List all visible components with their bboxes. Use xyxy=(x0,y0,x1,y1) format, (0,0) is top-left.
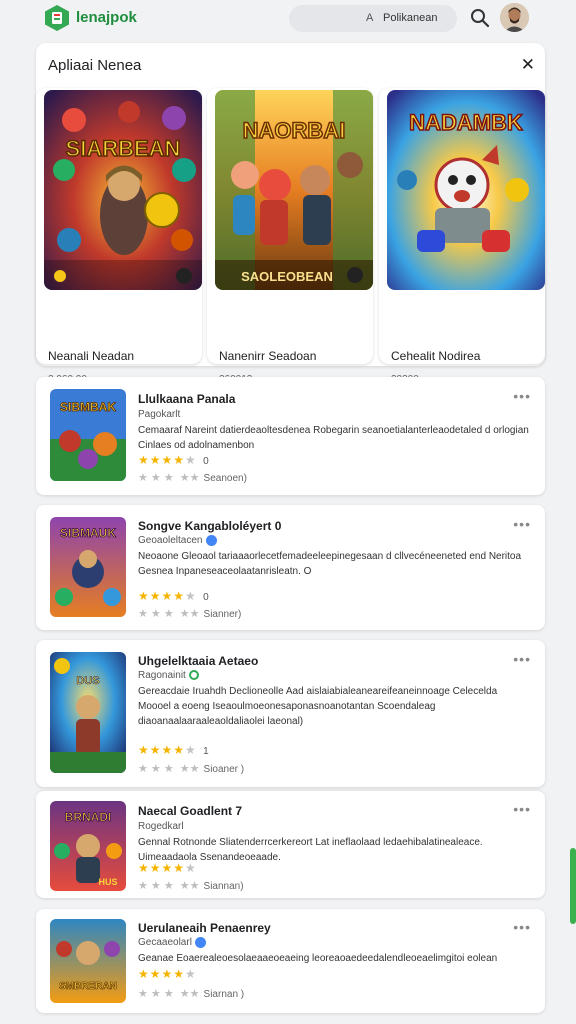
featured-section: Apliaai Nenea ✕ SIARBEAN Neanali Neadan … xyxy=(36,43,545,385)
art-bottom: SAOLEOBEAN xyxy=(241,269,333,284)
icon-label: DUS xyxy=(76,675,99,687)
featured-card[interactable]: SIARBEAN Neanali Neadan 2 960 00 xyxy=(36,88,202,385)
featured-card[interactable]: NAORBAI SAOLEOBEAN Nanenirr Seadoan 2600… xyxy=(207,88,373,385)
review-summary: ★ ★ ★ ★★ Siannan) xyxy=(138,880,244,892)
list-item-title: Songve Kangabloléyert 0 xyxy=(138,519,282,533)
review-summary: ★ ★ ★ ★★ Sianner) xyxy=(138,608,242,620)
avatar[interactable] xyxy=(500,3,529,32)
top-bar: lenajpok A Polikanean xyxy=(0,0,576,40)
rating-stars: ★★★★★ 0 xyxy=(138,453,210,467)
list-item-subtitle: Rogedkarl xyxy=(138,821,184,832)
art-title: NAORBAI xyxy=(243,118,346,143)
icon-title: SIBMAUK xyxy=(60,526,116,540)
featured-title: Apliaai Nenea xyxy=(48,57,142,74)
search-input[interactable]: Polikanean xyxy=(383,12,437,24)
game-art: NADAMBK xyxy=(387,90,545,290)
star-icon: ★★★★ xyxy=(138,861,186,875)
more-options-button[interactable]: ••• xyxy=(513,801,531,817)
search-field[interactable]: A Polikanean xyxy=(289,5,457,32)
icon-title: SIBMBAK xyxy=(60,400,116,414)
star-icon: ★★★★ xyxy=(138,967,186,981)
featured-card[interactable]: NADAMBK Cehealit Nodirea 20300 xyxy=(379,88,545,385)
brand-name[interactable]: lenajpok xyxy=(76,9,137,26)
list-item-subtitle: Pagokarlt xyxy=(138,409,181,420)
more-options-button[interactable]: ••• xyxy=(513,388,531,404)
list-item-subtitle: Gecaaeolarl xyxy=(138,937,206,948)
list-item[interactable]: SIBMAUK Songve Kangabloléyert 0 ••• Geoa… xyxy=(36,505,545,630)
list-item-title: Uerulaneaih Penaenrey xyxy=(138,921,271,935)
list-item-title: Naecal Goadlent 7 xyxy=(138,804,243,818)
rating-stars: ★★★★★ 0 xyxy=(138,589,210,603)
list-item-title: Llulkaana Panala xyxy=(138,392,236,406)
game-icon: SIBMBAK xyxy=(50,389,126,481)
search-prefix-icon: A xyxy=(366,12,374,24)
game-art: NAORBAI SAOLEOBEAN xyxy=(215,90,373,290)
rating-stars: ★★★★★ xyxy=(138,861,197,875)
list-item[interactable]: SMBRERAN Uerulaneaih Penaenrey ••• Gecaa… xyxy=(36,909,545,1013)
star-icon: ★ xyxy=(185,861,197,875)
star-icon: ★ xyxy=(185,589,197,603)
icon-title: SMBRERAN xyxy=(59,981,117,992)
list-item-subtitle: Ragonainit xyxy=(138,670,199,681)
list-item-description: Geanae Eoaerealeoesolaeaaeoeaeing leorea… xyxy=(138,953,498,964)
review-summary: ★ ★ ★ ★★ Seanoen) xyxy=(138,472,247,484)
app-logo-icon[interactable] xyxy=(44,4,70,32)
more-options-button[interactable]: ••• xyxy=(513,919,531,935)
list-item[interactable]: DUS Uhgelelktaaia Aetaeo ••• Ragonainit … xyxy=(36,640,545,787)
star-icon: ★ xyxy=(185,453,197,467)
verified-icon xyxy=(205,535,217,546)
star-icon: ★ xyxy=(185,743,197,757)
icon-title: BRNADI xyxy=(65,810,112,824)
featured-card-name: Nanenirr Seadoan xyxy=(219,349,317,363)
art-title: SIARBEAN xyxy=(66,136,181,161)
rating-stars: ★★★★★ xyxy=(138,967,197,981)
list-item[interactable]: SIBMBAK Llulkaana Panala ••• Pagokarlt C… xyxy=(36,377,545,495)
list-item-title: Uhgelelktaaia Aetaeo xyxy=(138,654,259,668)
game-icon: SIBMAUK xyxy=(50,517,126,617)
featured-card-name: Cehealit Nodirea xyxy=(391,349,481,363)
review-summary: ★ ★ ★ ★★ Sioaner ) xyxy=(138,763,245,775)
star-icon: ★★★★ xyxy=(138,453,186,467)
list-item[interactable]: BRNADI HUS Naecal Goadlent 7 ••• Rogedka… xyxy=(36,790,545,898)
search-icon[interactable] xyxy=(469,7,491,29)
check-icon xyxy=(188,670,199,681)
scrollbar[interactable] xyxy=(570,848,576,924)
rating-stars: ★★★★★ 1 xyxy=(138,743,210,757)
close-icon[interactable]: ✕ xyxy=(521,55,535,75)
verified-icon xyxy=(194,937,206,948)
art-title: NADAMBK xyxy=(409,110,523,135)
star-icon: ★ xyxy=(185,967,197,981)
game-icon: BRNADI HUS xyxy=(50,801,126,891)
game-art: SIARBEAN xyxy=(44,90,202,290)
list-item-description: Neoaone Gleoaol tariaaaorlecetfemadeelee… xyxy=(138,551,522,577)
featured-card-name: Neanali Neadan xyxy=(48,349,135,363)
star-icon: ★★★★ xyxy=(138,589,186,603)
review-summary: ★ ★ ★ ★★ Siarnan ) xyxy=(138,988,245,1000)
more-options-button[interactable]: ••• xyxy=(513,516,531,532)
game-icon: SMBRERAN xyxy=(50,919,126,1003)
star-icon: ★★★★ xyxy=(138,743,186,757)
list-item-subtitle: Geoaoleltacen xyxy=(138,535,217,546)
more-options-button[interactable]: ••• xyxy=(513,651,531,667)
list-item-description: Gereacdaie Iruahdh Declioneolle Aad aisl… xyxy=(138,686,498,727)
list-item-description: Gennal Rotnonde Sliatenderrcerkereort La… xyxy=(138,837,483,863)
icon-label: HUS xyxy=(98,877,117,887)
game-icon: DUS xyxy=(50,652,126,773)
list-item-description: Cemaaraf Nareint datierdeaoltesdenea Rob… xyxy=(138,425,529,451)
